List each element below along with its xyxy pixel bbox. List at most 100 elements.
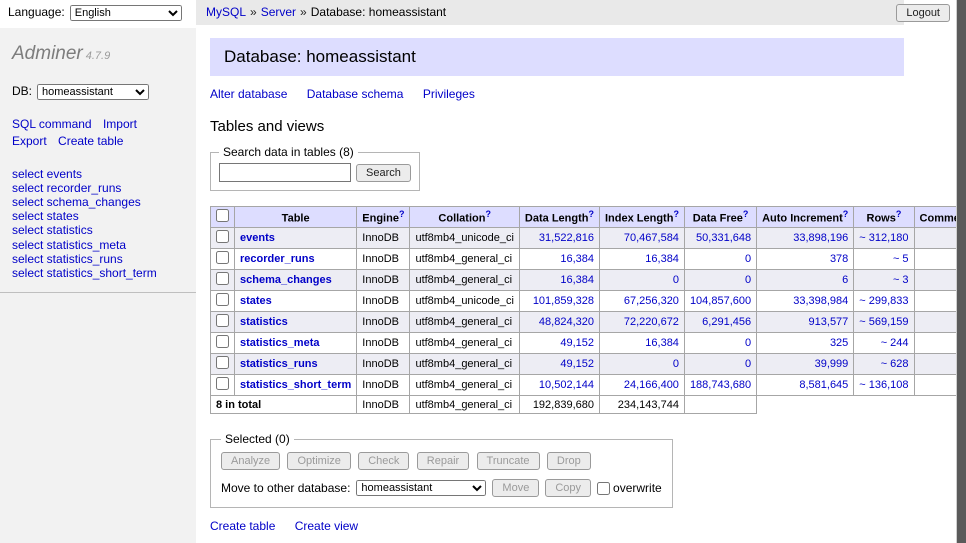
table-name-link[interactable]: recorder_runs bbox=[240, 253, 315, 265]
data-length-link[interactable]: 49,152 bbox=[560, 358, 594, 370]
data-free-link[interactable]: 0 bbox=[745, 274, 751, 286]
search-button[interactable]: Search bbox=[356, 164, 411, 182]
data-free-link[interactable]: 50,331,648 bbox=[696, 232, 751, 244]
nav-link[interactable]: Database schema bbox=[307, 87, 404, 101]
help-icon[interactable]: ? bbox=[399, 209, 405, 219]
sidebar-table-link[interactable]: select events bbox=[12, 167, 82, 181]
vertical-scrollbar[interactable] bbox=[956, 0, 966, 543]
sidebar-table-link[interactable]: select recorder_runs bbox=[12, 181, 121, 195]
auto-increment-link[interactable]: 39,999 bbox=[815, 358, 849, 370]
table-name-link[interactable]: statistics bbox=[240, 316, 288, 328]
row-select-checkbox[interactable] bbox=[216, 230, 229, 243]
nav-link[interactable]: Create view bbox=[295, 519, 358, 533]
data-length-link[interactable]: 16,384 bbox=[560, 274, 594, 286]
row-select-checkbox[interactable] bbox=[216, 251, 229, 264]
rows-count-link[interactable]: ~ 628 bbox=[881, 358, 909, 370]
index-length-link[interactable]: 16,384 bbox=[645, 337, 679, 349]
data-length-link[interactable]: 49,152 bbox=[560, 337, 594, 349]
rows-count-link[interactable]: ~ 312,180 bbox=[859, 232, 908, 244]
nav-link[interactable]: Create table bbox=[210, 519, 275, 533]
auto-increment-link[interactable]: 33,898,196 bbox=[793, 232, 848, 244]
table-name-link[interactable]: statistics_meta bbox=[240, 337, 320, 349]
help-icon[interactable]: ? bbox=[673, 209, 679, 219]
move-button[interactable]: Move bbox=[492, 479, 539, 497]
data-free-link[interactable]: 0 bbox=[745, 358, 751, 370]
data-length-link[interactable]: 31,522,816 bbox=[539, 232, 594, 244]
data-free-link[interactable]: 0 bbox=[745, 337, 751, 349]
auto-increment-link[interactable]: 325 bbox=[830, 337, 848, 349]
row-select-checkbox[interactable] bbox=[216, 293, 229, 306]
rows-count-link[interactable]: ~ 569,159 bbox=[859, 316, 908, 328]
sidebar-table-link[interactable]: select states bbox=[12, 209, 79, 223]
rows-count-link[interactable]: ~ 299,833 bbox=[859, 295, 908, 307]
move-db-select[interactable]: homeassistant bbox=[356, 480, 486, 496]
row-select-checkbox[interactable] bbox=[216, 335, 229, 348]
table-name-link[interactable]: schema_changes bbox=[240, 274, 332, 286]
data-length-link[interactable]: 10,502,144 bbox=[539, 379, 594, 391]
nav-link[interactable]: Privileges bbox=[423, 87, 475, 101]
sidebar-table-link[interactable]: select statistics bbox=[12, 223, 93, 237]
select-all-checkbox[interactable] bbox=[216, 209, 229, 222]
auto-increment-link[interactable]: 378 bbox=[830, 253, 848, 265]
rows-count-link[interactable]: ~ 136,108 bbox=[859, 379, 908, 391]
data-free-link[interactable]: 0 bbox=[745, 253, 751, 265]
index-length-link[interactable]: 0 bbox=[673, 358, 679, 370]
bulk-action-button[interactable]: Truncate bbox=[477, 452, 540, 470]
scrollbar-thumb[interactable] bbox=[956, 0, 966, 543]
index-length-link[interactable]: 0 bbox=[673, 274, 679, 286]
row-select-checkbox[interactable] bbox=[216, 377, 229, 390]
overwrite-checkbox[interactable] bbox=[597, 482, 610, 495]
auto-increment-link[interactable]: 6 bbox=[842, 274, 848, 286]
sidebar-table-link[interactable]: select schema_changes bbox=[12, 195, 141, 209]
table-name-link[interactable]: statistics_short_term bbox=[240, 379, 351, 391]
sidebar-table-link[interactable]: select statistics_meta bbox=[12, 238, 126, 252]
help-icon[interactable]: ? bbox=[485, 209, 491, 219]
nav-link[interactable]: Alter database bbox=[210, 87, 287, 101]
help-icon[interactable]: ? bbox=[743, 209, 749, 219]
data-free-link[interactable]: 6,291,456 bbox=[702, 316, 751, 328]
help-icon[interactable]: ? bbox=[588, 209, 594, 219]
index-length-link[interactable]: 16,384 bbox=[645, 253, 679, 265]
row-select-checkbox[interactable] bbox=[216, 314, 229, 327]
db-select[interactable]: homeassistant bbox=[37, 84, 149, 100]
auto-increment-link[interactable]: 913,577 bbox=[809, 316, 849, 328]
row-select-checkbox[interactable] bbox=[216, 356, 229, 369]
sidebar-table-link[interactable]: select statistics_runs bbox=[12, 252, 123, 266]
data-free-link[interactable]: 188,743,680 bbox=[690, 379, 751, 391]
sidebar-action-link[interactable]: Import bbox=[103, 117, 137, 131]
breadcrumb-link-server[interactable]: Server bbox=[261, 5, 296, 19]
row-select-checkbox[interactable] bbox=[216, 272, 229, 285]
sidebar-action-link[interactable]: Export bbox=[12, 134, 47, 148]
language-select[interactable]: English bbox=[70, 5, 182, 21]
search-input[interactable] bbox=[219, 163, 351, 182]
sidebar-table-link[interactable]: select statistics_short_term bbox=[12, 266, 157, 280]
index-length-link[interactable]: 72,220,672 bbox=[624, 316, 679, 328]
bulk-action-button[interactable]: Check bbox=[358, 452, 409, 470]
rows-count-link[interactable]: ~ 5 bbox=[893, 253, 909, 265]
table-name-link[interactable]: statistics_runs bbox=[240, 358, 318, 370]
bulk-action-button[interactable]: Repair bbox=[417, 452, 469, 470]
copy-button[interactable]: Copy bbox=[545, 479, 591, 497]
rows-count-link[interactable]: ~ 244 bbox=[881, 337, 909, 349]
table-name-link[interactable]: states bbox=[240, 295, 272, 307]
index-length-link[interactable]: 24,166,400 bbox=[624, 379, 679, 391]
rows-count-link[interactable]: ~ 3 bbox=[893, 274, 909, 286]
breadcrumb-link-mysql[interactable]: MySQL bbox=[206, 5, 246, 19]
auto-increment-link[interactable]: 33,398,984 bbox=[793, 295, 848, 307]
index-length-link[interactable]: 70,467,584 bbox=[624, 232, 679, 244]
help-icon[interactable]: ? bbox=[896, 209, 902, 219]
bulk-action-button[interactable]: Optimize bbox=[287, 452, 350, 470]
bulk-action-button[interactable]: Drop bbox=[547, 452, 591, 470]
data-free-link[interactable]: 104,857,600 bbox=[690, 295, 751, 307]
auto-increment-link[interactable]: 8,581,645 bbox=[799, 379, 848, 391]
index-length-link[interactable]: 67,256,320 bbox=[624, 295, 679, 307]
data-length-link[interactable]: 48,824,320 bbox=[539, 316, 594, 328]
data-length-link[interactable]: 101,859,328 bbox=[533, 295, 594, 307]
bulk-action-button[interactable]: Analyze bbox=[221, 452, 280, 470]
help-icon[interactable]: ? bbox=[843, 209, 849, 219]
data-length-link[interactable]: 16,384 bbox=[560, 253, 594, 265]
table-name-link[interactable]: events bbox=[240, 232, 275, 244]
logout-button[interactable]: Logout bbox=[896, 4, 950, 22]
sidebar-action-link[interactable]: SQL command bbox=[12, 117, 92, 131]
sidebar-action-link[interactable]: Create table bbox=[58, 134, 123, 148]
